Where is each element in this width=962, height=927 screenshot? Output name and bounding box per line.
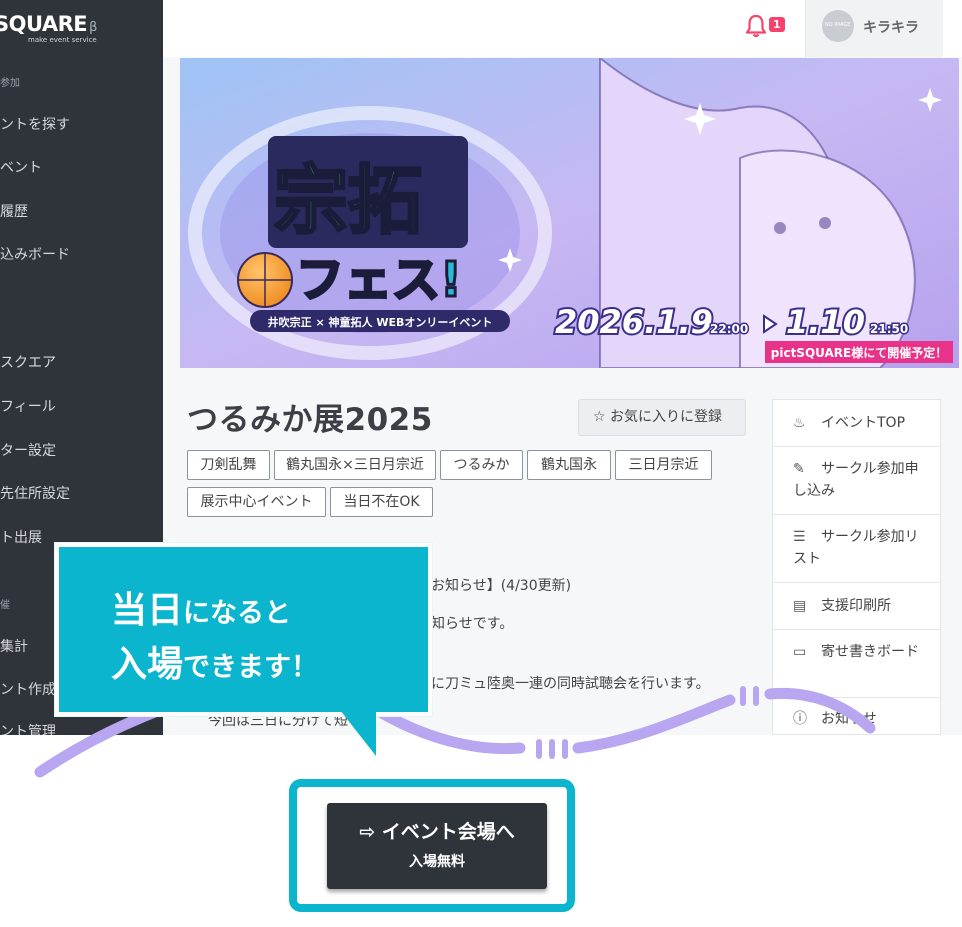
- logo-beta: β: [89, 20, 98, 35]
- pen-icon: ✎: [793, 461, 805, 477]
- logo[interactable]: SQUARE β make event service: [0, 12, 134, 44]
- banner-date-start: 2026.1.9: [555, 303, 713, 341]
- sidebar-item-stats[interactable]: 集計: [0, 636, 28, 656]
- sidebar-item-create-event[interactable]: ント作成: [0, 679, 56, 699]
- news-line: 知らせです。: [431, 616, 514, 632]
- nav-circle-apply[interactable]: ✎ サークル参加申し込み: [773, 447, 940, 515]
- flame-icon: ♨: [793, 415, 806, 431]
- enter-venue-button[interactable]: ⇨ イベント会場へ 入場無料: [327, 803, 547, 889]
- sidebar-item-exhibit[interactable]: ト出展: [0, 527, 42, 547]
- tag[interactable]: 鶴丸国永: [527, 450, 611, 480]
- banner-illustration: 宗拓 フェス! 井吹宗正 × 神童拓人 WEBオンリーイベント 2026.1.9…: [180, 58, 959, 368]
- enter-label: イベント会場へ: [381, 821, 515, 843]
- favorite-label: お気に入りに登録: [610, 409, 723, 425]
- banner-subtitle: 井吹宗正 × 神童拓人 WEBオンリーイベント: [268, 315, 493, 329]
- nav-news[interactable]: ⓘ お知らせ: [773, 698, 940, 734]
- sidebar-item-address-settings[interactable]: 先住所設定: [0, 483, 70, 503]
- user-name: キラキラ: [863, 20, 919, 36]
- info-icon: ⓘ: [793, 711, 807, 727]
- nav-circle-list[interactable]: ☰ サークル参加リスト: [773, 515, 940, 583]
- banner-date-end: 1.10: [786, 303, 865, 341]
- sidebar-item-character-settings[interactable]: ター設定: [0, 440, 56, 460]
- callout-line2: 入場できます！: [111, 644, 319, 685]
- sidebar-item-manage-event[interactable]: ント管理: [0, 721, 56, 735]
- tag[interactable]: 鶴丸国永×三日月宗近: [274, 450, 436, 480]
- nav-print-shop[interactable]: ▤ 支援印刷所: [773, 583, 940, 630]
- banner-time-start: 22:00: [710, 322, 748, 336]
- tag[interactable]: 刀剣乱舞: [187, 450, 270, 480]
- list-icon: ☰: [793, 529, 806, 545]
- nav-event-top[interactable]: ♨ イベントTOP: [773, 400, 940, 447]
- sidebar-section-host: 催: [0, 600, 10, 611]
- tag[interactable]: 当日不在OK: [330, 487, 433, 517]
- callout-tail: [340, 710, 376, 756]
- event-title: つるみか展2025: [187, 402, 433, 438]
- callout-bubble: 当日になると 入場できます！: [55, 543, 432, 716]
- top-header: 1 NO IMAGE キラキラ: [163, 0, 962, 57]
- event-side-menu: ♨ イベントTOP ✎ サークル参加申し込み ☰ サークル参加リスト ▤ 支援印刷所 ▭…: [772, 399, 941, 735]
- sidebar-item-find-event[interactable]: ントを探す: [0, 114, 70, 134]
- star-icon: ☆: [593, 409, 606, 425]
- building-icon: ▤: [793, 598, 807, 614]
- event-banner: 宗拓 フェス! 井吹宗正 × 神童拓人 WEBオンリーイベント 2026.1.9…: [180, 58, 959, 368]
- tag[interactable]: 三日月宗近: [615, 450, 712, 480]
- sidebar-item-board[interactable]: 込みボード: [0, 244, 70, 264]
- news-line[interactable]: お知らせ】(4/30更新): [431, 575, 571, 595]
- user-menu[interactable]: NO IMAGE キラキラ: [805, 0, 943, 57]
- tag[interactable]: 展示中心イベント: [187, 487, 326, 517]
- logo-text: SQUARE: [0, 12, 88, 36]
- avatar: NO IMAGE: [822, 10, 854, 42]
- notification-badge: 1: [769, 17, 785, 32]
- enter-sub-label: 入場無料: [409, 854, 465, 870]
- sidebar-section-participate: 参加: [0, 78, 20, 89]
- callout-line1: 当日になると: [111, 590, 292, 631]
- sign-in-icon: ⇨: [359, 821, 376, 843]
- banner-title-line2: フェス!: [296, 252, 462, 308]
- sidebar-item-events[interactable]: ベント: [0, 157, 42, 177]
- logo-subtitle: make event service: [28, 36, 97, 44]
- bell-icon[interactable]: [745, 14, 767, 38]
- board-icon: ▭: [793, 644, 807, 660]
- banner-time-end: 21:50: [870, 322, 908, 336]
- favorite-button[interactable]: ☆ お気に入りに登録: [578, 399, 746, 436]
- tag[interactable]: つるみか: [440, 450, 523, 480]
- sidebar-item-square[interactable]: スクエア: [0, 352, 56, 372]
- nav-message-board[interactable]: ▭ 寄せ書きボード: [773, 630, 940, 698]
- sidebar-item-profile[interactable]: フィール: [0, 396, 56, 416]
- enter-label-row: ⇨ イベント会場へ: [327, 817, 547, 844]
- sidebar-item-history[interactable]: 履歴: [0, 201, 28, 221]
- banner-title-line1: 宗拓: [274, 158, 422, 244]
- banner-host-note: pictSQUARE様にて開催予定！: [771, 345, 948, 360]
- news-line: に刀ミュ陸奥一連の同時試聴会を行います。: [431, 676, 710, 692]
